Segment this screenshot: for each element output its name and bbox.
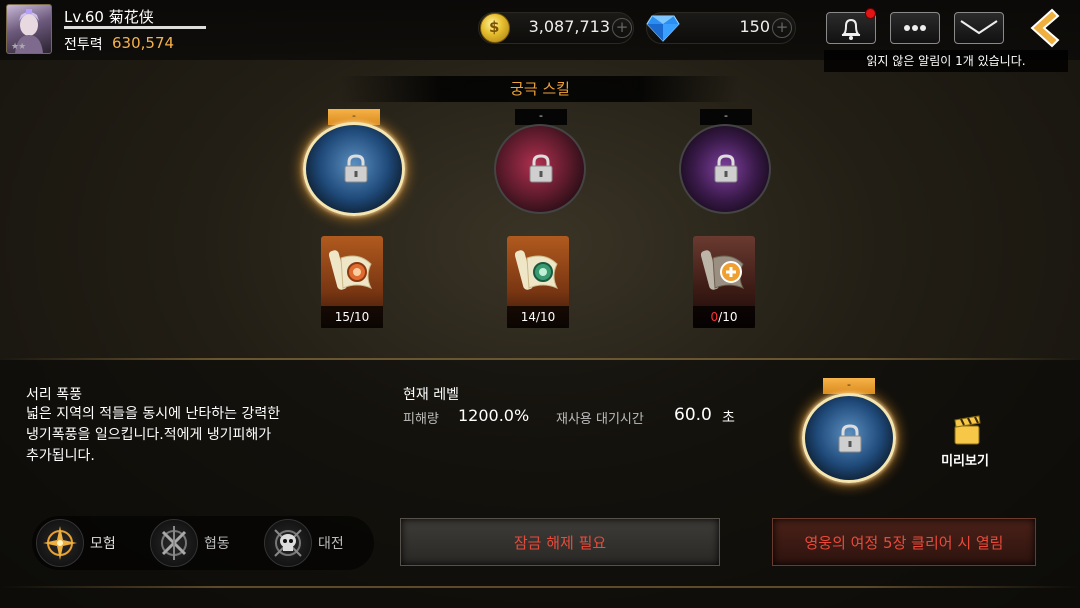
cooldown-value: 60.0 (674, 405, 712, 425)
open-condition-button[interactable]: 영웅의 여정 5장 클리어 시 열림 (772, 518, 1036, 566)
scroll-need: 10 (540, 310, 556, 324)
skill-desc-line: 넓은 지역의 적들을 동시에 난타하는 강력한 (26, 406, 281, 422)
lock-icon (344, 154, 368, 183)
gold-amount: 3,087,713 (528, 17, 610, 36)
preview-button[interactable]: 미리보기 (932, 450, 998, 469)
skill-slot-1[interactable] (303, 122, 405, 216)
cooldown-unit: 초 (722, 410, 735, 426)
player-level: Lv.60 (64, 8, 104, 26)
scroll-icon (515, 250, 559, 290)
tab-pvp-label[interactable]: 대전 (318, 533, 344, 553)
diamond-icon (646, 15, 680, 42)
mail-icon (960, 20, 998, 35)
skill-scroll-card-2[interactable]: 14/10 (507, 236, 569, 328)
tab-coop-label[interactable]: 협동 (204, 533, 230, 553)
skill-scroll-card-1[interactable]: 15/10 (321, 236, 383, 328)
add-gem-button[interactable]: + (772, 18, 792, 38)
gold-symbol: $ (489, 18, 500, 36)
scroll-count-3: 0/10 (693, 306, 755, 328)
cooldown-label: 재사용 대기시간 (556, 412, 644, 427)
notification-tooltip: 읽지 않은 알림이 1개 있습니다. (824, 50, 1068, 72)
skill-desc-line: 추가됩니다. (26, 448, 95, 464)
skill-tag-3: - (700, 109, 752, 125)
skull-icon (274, 529, 302, 557)
tab-pvp[interactable] (264, 519, 312, 567)
lock-icon (529, 154, 553, 183)
player-avatar[interactable]: ★★ (6, 4, 52, 54)
skill-slot-3[interactable] (679, 124, 771, 214)
scroll-icon (701, 250, 745, 290)
power-label: 전투력 (64, 37, 103, 53)
gold-coin-icon: $ (480, 13, 510, 43)
tab-adventure-label[interactable]: 모험 (90, 533, 116, 553)
crossed-swords-icon (161, 526, 187, 560)
lock-icon (714, 154, 738, 183)
skill-name: 서리 폭풍 (26, 387, 82, 403)
new-alert-dot (865, 8, 876, 19)
mail-button[interactable] (954, 12, 1004, 44)
exp-bar (64, 26, 206, 29)
skill-desc-line: 냉기폭풍을 일으킵니다.적에게 냉기피해가 (26, 427, 272, 443)
power-value: 630,574 (112, 34, 175, 52)
more-button[interactable] (890, 12, 940, 44)
rank-stars: ★★ (11, 42, 26, 52)
clapperboard-icon[interactable] (952, 414, 982, 446)
lock-icon (838, 424, 862, 453)
skill-slot-2[interactable] (494, 124, 586, 214)
gem-amount: 150 (739, 17, 770, 36)
skill-detail-panel (0, 360, 1080, 608)
tab-adventure[interactable] (36, 519, 84, 567)
scroll-need: 10 (354, 310, 370, 324)
scroll-need: 10 (722, 310, 738, 324)
skill-description: 넓은 지역의 적들을 동시에 난타하는 강력한 냉기폭풍을 일으킵니다.적에게 … (26, 404, 356, 467)
skill-tag-2: - (515, 109, 567, 125)
player-level-name: Lv.60 菊花侠 (64, 6, 154, 27)
compass-icon (43, 526, 77, 560)
bottom-divider (0, 586, 1080, 588)
scroll-count-2: 14/10 (507, 306, 569, 328)
damage-label: 피해량 (403, 412, 439, 427)
scroll-have: 15 (334, 310, 350, 324)
more-dots-icon (904, 25, 926, 31)
page-title: 궁극 스킬 (510, 80, 570, 98)
divider (0, 358, 1080, 360)
detail-skill-tag: - (823, 378, 875, 394)
damage-value: 1200.0% (458, 406, 530, 425)
scroll-icon (329, 250, 373, 290)
scroll-count-1: 15/10 (321, 306, 383, 328)
skill-scroll-card-3[interactable]: 0/10 (693, 236, 755, 328)
add-gold-button[interactable]: + (612, 18, 632, 38)
scroll-have: 14 (520, 310, 536, 324)
unlock-required-button[interactable]: 잠금 해제 필요 (400, 518, 720, 566)
back-arrow-icon[interactable] (1022, 6, 1066, 50)
tab-coop[interactable] (150, 519, 198, 567)
current-level-label: 현재 레벨 (403, 387, 459, 403)
player-name: 菊花侠 (108, 8, 154, 26)
selected-skill-icon (802, 393, 896, 483)
scroll-have: 0 (710, 310, 719, 324)
